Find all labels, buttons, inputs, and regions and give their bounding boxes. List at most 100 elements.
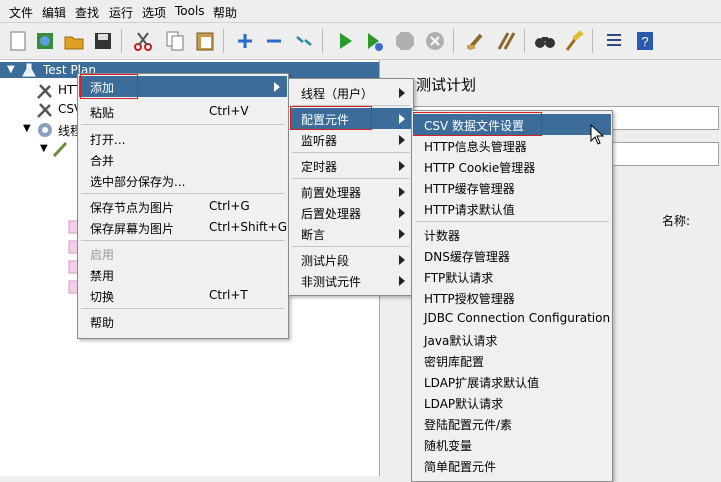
submenu-arrow-icon — [399, 208, 405, 218]
expand-arrow-icon[interactable]: ▼ — [23, 123, 31, 134]
menu-item-save-selection[interactable]: 选中部分保存为... — [79, 170, 287, 191]
clear-icon[interactable] — [463, 29, 487, 53]
clear-all-icon[interactable] — [494, 29, 518, 53]
menu-item-save-screen-image[interactable]: 保存屏幕为图片 Ctrl+Shift+G — [79, 217, 287, 238]
submenu-arrow-icon — [399, 276, 405, 286]
menu-item-label: JDBC Connection Configuration — [424, 311, 611, 325]
menu-item-label: HTTP信息头管理器 — [424, 140, 527, 154]
cut-icon[interactable] — [131, 29, 155, 53]
submenu-item-post-processor[interactable]: 后置处理器 — [290, 202, 412, 223]
menu-item-label: 密钥库配置 — [424, 355, 485, 369]
function-helper-icon[interactable] — [602, 29, 626, 53]
search-icon[interactable] — [533, 29, 557, 53]
menu-item-enable: 启用 — [79, 243, 287, 264]
submenu-arrow-icon — [399, 135, 405, 145]
menu-help[interactable]: 帮助 — [213, 4, 237, 21]
menu-item-label: 保存屏幕为图片 — [90, 222, 175, 236]
menu-item-open[interactable]: 打开... — [79, 128, 287, 149]
config-item-http-cookie-manager[interactable]: HTTP Cookie管理器 — [413, 156, 611, 177]
toggle-icon[interactable] — [292, 29, 316, 53]
menu-separator — [292, 152, 410, 153]
submenu-arrow-icon — [399, 161, 405, 171]
help-icon[interactable]: ? — [633, 29, 657, 53]
expand-arrow-icon[interactable]: ▼ — [40, 143, 48, 154]
reset-search-icon[interactable] — [562, 29, 586, 53]
menu-item-label: 简单配置元件 — [424, 460, 497, 474]
menu-item-merge[interactable]: 合并 — [79, 149, 287, 170]
tool-icon — [37, 84, 52, 99]
submenu-item-assertion[interactable]: 断言 — [290, 223, 412, 244]
menu-item-shortcut: Ctrl+Shift+G — [209, 220, 288, 234]
config-item-simple-config[interactable]: 简单配置元件 — [413, 455, 611, 476]
menu-item-toggle[interactable]: 切换 Ctrl+T — [79, 285, 287, 306]
submenu-item-test-fragment[interactable]: 测试片段 — [290, 249, 412, 270]
menu-item-help[interactable]: 帮助 — [79, 311, 287, 332]
submenu-arrow-icon — [399, 114, 405, 124]
menu-item-label: Java默认请求 — [424, 334, 498, 348]
mouse-cursor-icon — [590, 124, 605, 145]
submenu-item-pre-processor[interactable]: 前置处理器 — [290, 181, 412, 202]
submenu-item-config-element[interactable]: 配置元件 — [290, 108, 412, 129]
config-item-ldap-extended-defaults[interactable]: LDAP扩展请求默认值 — [413, 371, 611, 392]
expand-arrow-icon[interactable]: ▼ — [7, 64, 15, 75]
config-item-http-request-defaults[interactable]: HTTP请求默认值 — [413, 198, 611, 219]
config-item-http-cache-manager[interactable]: HTTP缓存管理器 — [413, 177, 611, 198]
submenu-arrow-icon — [399, 255, 405, 265]
submenu-item-timer[interactable]: 定时器 — [290, 155, 412, 176]
menu-bar: 文件 编辑 查找 运行 选项 Tools 帮助 — [0, 0, 721, 23]
stop-icon[interactable] — [393, 29, 417, 53]
menu-item-label: HTTP授权管理器 — [424, 292, 515, 306]
config-item-dns-cache-manager[interactable]: DNS缓存管理器 — [413, 245, 611, 266]
menu-item-save-node-image[interactable]: 保存节点为图片 Ctrl+G — [79, 196, 287, 217]
config-item-keystore[interactable]: 密钥库配置 — [413, 350, 611, 371]
menu-item-label: 配置元件 — [301, 113, 350, 127]
config-item-http-header-manager[interactable]: HTTP信息头管理器 — [413, 135, 611, 156]
config-item-http-auth-manager[interactable]: HTTP授权管理器 — [413, 287, 611, 308]
menu-item-label: 测试片段 — [301, 254, 350, 268]
config-item-random-variable[interactable]: 随机变量 — [413, 434, 611, 455]
menu-item-label: 切换 — [90, 290, 115, 304]
menu-edit[interactable]: 编辑 — [42, 4, 66, 21]
menu-item-label: HTTP请求默认值 — [424, 203, 515, 217]
menu-item-label: LDAP扩展请求默认值 — [424, 376, 540, 390]
submenu-item-listener[interactable]: 监听器 — [290, 129, 412, 150]
menu-item-label: 登陆配置元件/素 — [424, 418, 513, 432]
start-icon[interactable] — [333, 29, 357, 53]
submenu-item-non-test-elements[interactable]: 非测试元件 — [290, 270, 412, 291]
submenu-item-threads[interactable]: 线程（用户） — [290, 82, 412, 103]
tool-icon — [37, 103, 52, 118]
copy-icon[interactable] — [163, 29, 187, 53]
config-item-csv-data-set[interactable]: CSV 数据文件设置 — [413, 114, 611, 135]
menu-item-paste[interactable]: 粘贴 Ctrl+V — [79, 101, 287, 122]
menu-separator — [292, 246, 410, 247]
paste-icon[interactable] — [193, 29, 217, 53]
menu-separator — [81, 308, 285, 309]
collapse-icon[interactable] — [262, 29, 286, 53]
start-no-pause-icon[interactable] — [362, 29, 386, 53]
submenu-arrow-icon — [399, 229, 405, 239]
templates-icon[interactable] — [33, 29, 57, 53]
menu-options[interactable]: 选项 — [142, 4, 166, 21]
config-item-jdbc-connection[interactable]: JDBC Connection Configuration — [413, 308, 611, 329]
menu-item-label: 合并 — [90, 154, 115, 168]
config-item-ldap-defaults[interactable]: LDAP默认请求 — [413, 392, 611, 413]
config-item-ftp-defaults[interactable]: FTP默认请求 — [413, 266, 611, 287]
add-submenu: 线程（用户） 配置元件 监听器 定时器 前置处理器 后置处理器 断言 测试片段 … — [288, 78, 414, 296]
menu-item-label: 计数器 — [424, 229, 461, 243]
open-icon[interactable] — [62, 29, 86, 53]
menu-run[interactable]: 运行 — [109, 4, 133, 21]
menu-file[interactable]: 文件 — [9, 4, 33, 21]
menu-search[interactable]: 查找 — [75, 4, 99, 21]
config-item-counter[interactable]: 计数器 — [413, 224, 611, 245]
menu-item-disable[interactable]: 禁用 — [79, 264, 287, 285]
new-icon[interactable] — [6, 29, 30, 53]
menu-separator — [292, 178, 410, 179]
menu-item-add[interactable]: 添加 — [79, 76, 287, 97]
shutdown-icon[interactable] — [423, 29, 447, 53]
config-item-login-config[interactable]: 登陆配置元件/素 — [413, 413, 611, 434]
expand-icon[interactable] — [233, 29, 257, 53]
config-item-java-defaults[interactable]: Java默认请求 — [413, 329, 611, 350]
menu-item-label: 断言 — [301, 228, 326, 242]
save-icon[interactable] — [91, 29, 115, 53]
menu-tools[interactable]: Tools — [175, 4, 205, 18]
